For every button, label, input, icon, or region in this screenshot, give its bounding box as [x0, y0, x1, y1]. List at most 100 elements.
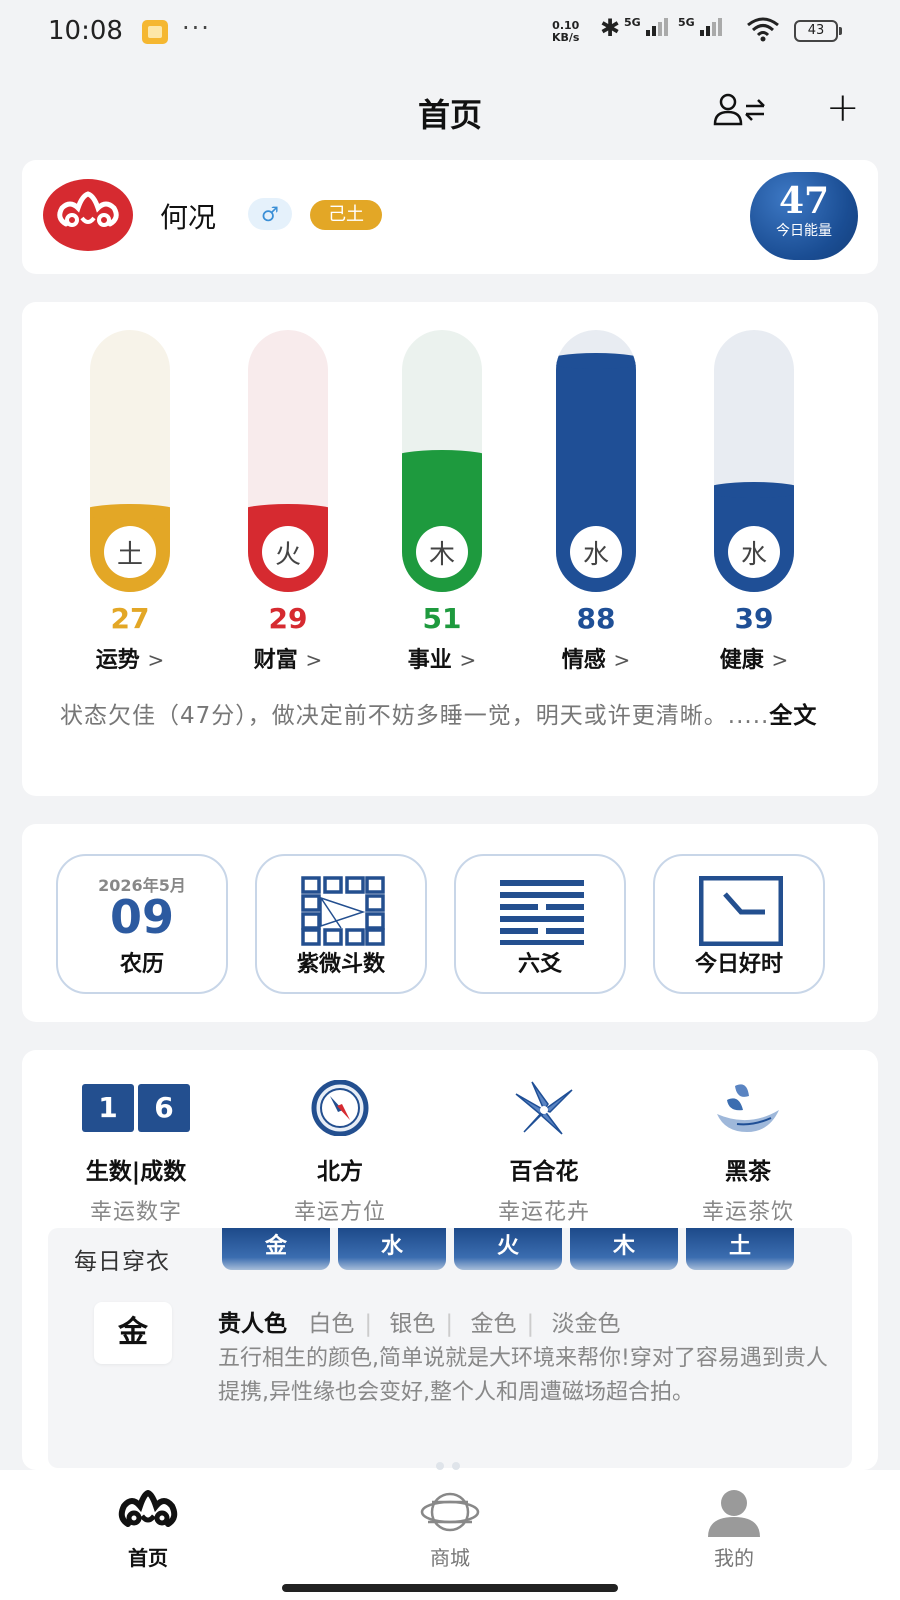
color-item: 淡金色 [551, 1311, 621, 1337]
lucky-number[interactable]: 16 生数|成数 幸运数字 [36, 1080, 236, 1226]
lucky-flower-name: 百合花 [509, 1159, 579, 1185]
fortune-card: 状态欠佳（47分），做决定前不妨多睡一觉，明天或许更清晰。.....全文 土 27… [22, 302, 878, 796]
noble-colors: 贵人色 白色 | 银色 | 金色 | 淡金色 [218, 1311, 621, 1337]
ziwei-chart-icon [301, 876, 385, 946]
bluetooth-icon: ✱ [600, 14, 621, 42]
lucky-number-sub: 幸运数字 [89, 1200, 182, 1225]
fortune-category-link[interactable]: 财富 > [228, 642, 348, 674]
network-speed-unit: KB/s [552, 31, 580, 44]
switch-user-icon[interactable] [712, 92, 768, 128]
home-logo-icon [118, 1490, 178, 1527]
fortune-score: 27 [110, 602, 150, 635]
energy-label: 今日能量 [776, 223, 832, 239]
fortune-category-link[interactable]: 运势 > [70, 642, 190, 674]
mall-icon [420, 1492, 480, 1532]
fortune-category-label: 健康 [719, 648, 764, 673]
attire-tab-earth[interactable]: 土 [686, 1228, 794, 1270]
signal-label-2: 5G [678, 16, 695, 29]
hexagram-icon [500, 880, 584, 945]
bottom-nav: 首页 商城 我的 [0, 1470, 900, 1600]
fortune-tube[interactable]: 水 [556, 330, 636, 592]
nav-mall-label: 商城 [430, 1546, 470, 1570]
app-logo-icon [43, 179, 133, 251]
lucky-tea-name: 黑茶 [725, 1159, 771, 1185]
calendar-day: 09 [109, 890, 174, 944]
good-time-label: 今日好时 [694, 952, 783, 977]
lucky-number-icon: 16 [36, 1080, 236, 1136]
element-glyph: 水 [728, 526, 780, 578]
fortune-summary: 状态欠佳（47分），做决定前不妨多睡一觉，明天或许更清晰。.....全文 [60, 698, 840, 734]
attire-title: 每日穿衣 [74, 1249, 170, 1275]
gallery-notification-icon [142, 20, 168, 44]
element-glyph: 水 [570, 526, 622, 578]
nav-home-label: 首页 [128, 1546, 168, 1570]
lucky-number-name: 生数|成数 [85, 1159, 187, 1185]
lucky-tea-sub: 幸运茶饮 [701, 1200, 794, 1225]
attire-tab-wood[interactable]: 木 [570, 1228, 678, 1270]
lucky-flower[interactable]: 百合花 幸运花卉 [444, 1080, 644, 1226]
home-indicator[interactable] [282, 1584, 618, 1592]
element-glyph: 木 [416, 526, 468, 578]
status-bar: 10:08 ··· 0.10 KB/s ✱ 5G 5G 43 [0, 0, 900, 64]
element-glyph: 土 [104, 526, 156, 578]
attire-tab-fire[interactable]: 火 [454, 1228, 562, 1270]
chevron-right-icon: > [147, 648, 165, 672]
nav-mine-label: 我的 [714, 1546, 754, 1570]
fortune-tube[interactable]: 木 [402, 330, 482, 592]
tools-card: 2026年5月 09 农历 紫微斗数 六爻 今日好时 [22, 824, 878, 1022]
fortune-score: 51 [422, 602, 462, 635]
calendar-label: 农历 [119, 952, 164, 977]
good-time-button[interactable]: 今日好时 [653, 854, 825, 994]
full-text-link[interactable]: 全文 [769, 703, 817, 729]
nav-mall[interactable]: 商城 [370, 1484, 530, 1571]
chevron-right-icon: > [771, 648, 789, 672]
chevron-right-icon: > [459, 648, 477, 672]
fortune-category-link[interactable]: 健康 > [694, 642, 814, 674]
liuyao-label: 六爻 [517, 952, 562, 977]
app-header: 首页 + [0, 80, 900, 140]
fortune-category-label: 情感 [561, 648, 606, 673]
today-energy-badge[interactable]: 47 今日能量 [750, 172, 858, 260]
element-glyph: 火 [262, 526, 314, 578]
energy-value: 47 [778, 180, 830, 222]
signal-icon: 5G [624, 16, 668, 36]
fortune-category-label: 财富 [253, 648, 298, 673]
wifi-icon [747, 17, 779, 42]
fortune-tube[interactable]: 水 [714, 330, 794, 592]
add-icon[interactable]: + [826, 88, 860, 128]
tea-cup-icon [717, 1084, 779, 1132]
attire-tab-metal[interactable]: 金 [222, 1228, 330, 1270]
attire-tab-water[interactable]: 水 [338, 1228, 446, 1270]
lily-icon [515, 1081, 573, 1135]
ziwei-button[interactable]: 紫微斗数 [255, 854, 427, 994]
color-item: 银色 [389, 1311, 436, 1337]
noble-colors-head: 贵人色 [218, 1311, 287, 1337]
summary-text: 状态欠佳（47分），做决定前不妨多睡一觉，明天或许更清晰。..... [60, 703, 770, 729]
lucky-card: 16 生数|成数 幸运数字 北方 幸运方位 百合花 幸运花卉 黑茶 幸运茶饮 每… [22, 1050, 878, 1470]
lucky-direction-name: 北方 [317, 1159, 363, 1185]
signal-label: 5G [624, 16, 641, 29]
fortune-category-link[interactable]: 事业 > [382, 642, 502, 674]
liuyao-button[interactable]: 六爻 [454, 854, 626, 994]
lunar-calendar-button[interactable]: 2026年5月 09 农历 [56, 854, 228, 994]
chevron-right-icon: > [613, 648, 631, 672]
gender-icon: ♂ [248, 198, 292, 230]
fortune-category-link[interactable]: 情感 > [536, 642, 656, 674]
profile-card[interactable]: 何况 ♂ 己土 47 今日能量 [22, 160, 878, 274]
element-badge: 己土 [310, 200, 382, 230]
lucky-direction[interactable]: 北方 幸运方位 [240, 1080, 440, 1226]
nav-home[interactable]: 首页 [68, 1484, 228, 1571]
fortune-category-label: 事业 [407, 648, 452, 673]
fortune-tube[interactable]: 土 [90, 330, 170, 592]
color-item: 白色 [308, 1311, 355, 1337]
chevron-right-icon: > [305, 648, 323, 672]
lucky-flower-sub: 幸运花卉 [497, 1200, 590, 1225]
lucky-digit: 1 [82, 1084, 134, 1132]
fortune-score: 88 [576, 602, 616, 635]
battery-icon: 43 [794, 20, 842, 42]
nav-mine[interactable]: 我的 [654, 1484, 814, 1571]
lucky-tea[interactable]: 黑茶 幸运茶饮 [648, 1080, 848, 1226]
fortune-tube[interactable]: 火 [248, 330, 328, 592]
selected-element: 金 [94, 1302, 172, 1364]
compass-icon [311, 1080, 369, 1136]
